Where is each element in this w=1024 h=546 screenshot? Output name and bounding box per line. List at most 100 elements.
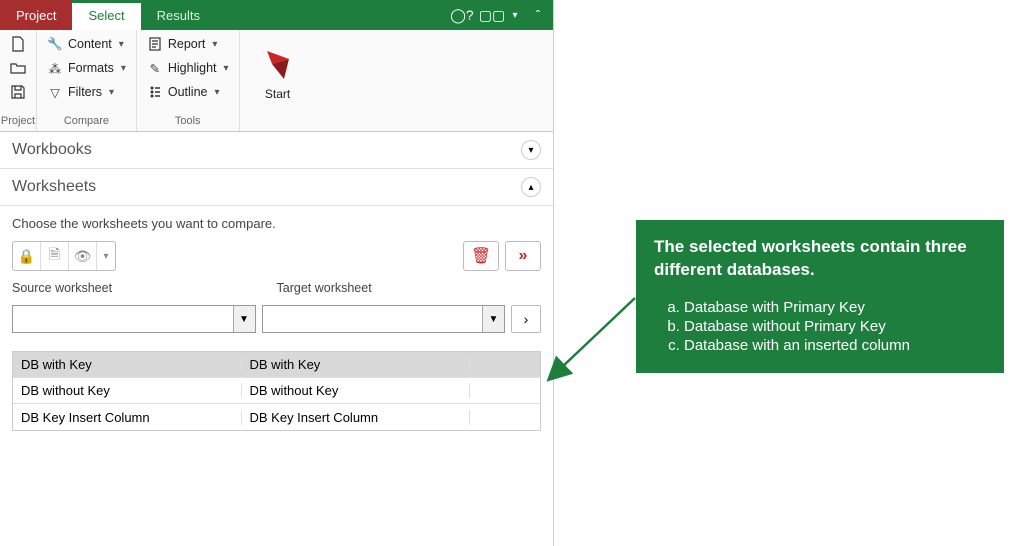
callout-item: Database with an inserted column bbox=[684, 336, 986, 355]
source-cell: DB with Key bbox=[13, 357, 242, 372]
titlebar-spacer bbox=[216, 0, 447, 30]
dropdown-icon: ▾ bbox=[224, 63, 229, 74]
ribbon-group-label-empty bbox=[240, 113, 316, 131]
ribbon-group-start: Start bbox=[240, 30, 316, 131]
ribbon-group-label-compare: Compare bbox=[37, 113, 136, 131]
worksheets-panel: Worksheets ▴ bbox=[0, 169, 553, 206]
formats-button[interactable]: ⁂ Formats ▾ bbox=[43, 58, 130, 78]
dropdown-icon: ▾ bbox=[109, 87, 114, 98]
app-window: Project Select Results ◯? ▢▢ ▾ ˆ bbox=[0, 0, 554, 546]
formats-label: Formats bbox=[68, 61, 114, 75]
target-cell: DB Key Insert Column bbox=[242, 410, 471, 425]
outline-icon bbox=[147, 84, 163, 100]
worksheet-toolbar: 🔒 🗎 👁 ▾ 🗑 » bbox=[12, 241, 541, 271]
chevron-up-icon: ▴ bbox=[528, 182, 533, 193]
callout-headline: The selected worksheets contain three di… bbox=[654, 236, 986, 282]
layout-icon[interactable]: ▢▢ bbox=[477, 0, 507, 30]
outline-button[interactable]: Outline ▾ bbox=[143, 82, 233, 102]
ribbon-group-tools: Report ▾ ✎ Highlight ▾ Outline ▾ bbox=[137, 30, 240, 131]
report-icon bbox=[147, 36, 163, 52]
outline-label: Outline bbox=[168, 85, 208, 99]
add-pair-button[interactable]: › bbox=[511, 305, 541, 333]
file-icon bbox=[10, 36, 26, 52]
content-button[interactable]: 🔧 Content ▾ bbox=[43, 34, 130, 54]
delete-button[interactable]: 🗑 bbox=[463, 241, 499, 271]
filters-label: Filters bbox=[68, 85, 102, 99]
open-project-button[interactable] bbox=[6, 58, 30, 78]
worksheet-selectors: ▼ ▼ › bbox=[12, 305, 541, 333]
lock-icon[interactable]: 🔒 bbox=[13, 242, 41, 270]
source-dropdown-icon[interactable]: ▼ bbox=[233, 306, 255, 332]
dropdown-icon: ▾ bbox=[119, 39, 124, 50]
source-cell: DB without Key bbox=[13, 383, 242, 398]
chevron-right-icon: › bbox=[524, 311, 529, 327]
ribbon-group-compare: 🔧 Content ▾ ⁂ Formats ▾ ▽ Filters ▾ bbox=[37, 30, 137, 131]
filters-button[interactable]: ▽ Filters ▾ bbox=[43, 82, 130, 102]
workbooks-title: Workbooks bbox=[12, 141, 92, 159]
source-cell: DB Key Insert Column bbox=[13, 410, 242, 425]
tab-project[interactable]: Project bbox=[0, 0, 72, 30]
start-icon bbox=[260, 47, 296, 83]
target-dropdown-icon[interactable]: ▼ bbox=[482, 306, 504, 332]
report-label: Report bbox=[168, 37, 206, 51]
locked-dropdown-icon[interactable]: ▾ bbox=[97, 242, 115, 270]
target-worksheet-input[interactable] bbox=[263, 306, 483, 332]
new-project-button[interactable] bbox=[6, 34, 30, 54]
annotation-arrow bbox=[555, 298, 645, 388]
start-button[interactable]: Start bbox=[246, 41, 310, 103]
source-worksheet-combo[interactable]: ▼ bbox=[12, 305, 256, 333]
highlight-button[interactable]: ✎ Highlight ▾ bbox=[143, 58, 233, 78]
content-label: Content bbox=[68, 37, 112, 51]
target-column-label: Target worksheet bbox=[277, 281, 542, 295]
source-column-label: Source worksheet bbox=[12, 281, 277, 295]
tab-select[interactable]: Select bbox=[72, 0, 140, 30]
start-label: Start bbox=[265, 87, 290, 101]
collapse-ribbon-icon[interactable]: ˆ bbox=[523, 0, 553, 30]
target-cell: DB with Key bbox=[242, 357, 471, 372]
titlebar: Project Select Results ◯? ▢▢ ▾ ˆ bbox=[0, 0, 553, 30]
folder-open-icon bbox=[10, 60, 26, 76]
save-icon bbox=[10, 84, 26, 100]
dropdown-icon: ▾ bbox=[121, 63, 126, 74]
formats-icon: ⁂ bbox=[47, 60, 63, 76]
save-project-button[interactable] bbox=[6, 82, 30, 102]
wrench-icon: 🔧 bbox=[47, 36, 63, 52]
chevron-down-icon: ▾ bbox=[528, 145, 533, 156]
highlight-label: Highlight bbox=[168, 61, 217, 75]
tab-results[interactable]: Results bbox=[141, 0, 216, 30]
ribbon: Project 🔧 Content ▾ ⁂ Formats ▾ ▽ bbox=[0, 30, 553, 132]
layout-dropdown-icon[interactable]: ▾ bbox=[507, 0, 523, 30]
source-worksheet-input[interactable] bbox=[13, 306, 233, 332]
worksheets-toggle[interactable]: ▴ bbox=[521, 177, 541, 197]
worksheet-table: DB with KeyDB with KeyDB without KeyDB w… bbox=[12, 351, 541, 431]
instruction-text: Choose the worksheets you want to compar… bbox=[12, 216, 541, 231]
worksheets-content: Choose the worksheets you want to compar… bbox=[0, 206, 553, 443]
ribbon-group-project: Project bbox=[0, 30, 37, 131]
trash-icon: 🗑 bbox=[471, 246, 491, 266]
copy-sheet-icon[interactable]: 🗎 bbox=[41, 242, 69, 270]
target-worksheet-combo[interactable]: ▼ bbox=[262, 305, 506, 333]
apply-all-button[interactable]: » bbox=[505, 241, 541, 271]
highlight-icon: ✎ bbox=[147, 60, 163, 76]
table-row[interactable]: DB Key Insert ColumnDB Key Insert Column bbox=[13, 404, 540, 430]
annotation-callout: The selected worksheets contain three di… bbox=[636, 220, 1004, 373]
workbooks-panel: Workbooks ▾ bbox=[0, 132, 553, 169]
report-button[interactable]: Report ▾ bbox=[143, 34, 233, 54]
ribbon-group-label-tools: Tools bbox=[137, 113, 239, 131]
table-row[interactable]: DB without KeyDB without Key bbox=[13, 378, 540, 404]
callout-list: Database with Primary KeyDatabase withou… bbox=[654, 298, 986, 355]
funnel-icon: ▽ bbox=[47, 84, 63, 100]
ribbon-group-label-project: Project bbox=[0, 113, 36, 131]
dropdown-icon: ▾ bbox=[212, 39, 217, 50]
workbooks-toggle[interactable]: ▾ bbox=[521, 140, 541, 160]
worksheets-title: Worksheets bbox=[12, 178, 96, 196]
target-cell: DB without Key bbox=[242, 383, 471, 398]
column-labels: Source worksheet Target worksheet bbox=[12, 281, 541, 295]
callout-item: Database without Primary Key bbox=[684, 317, 986, 336]
dropdown-icon: ▾ bbox=[214, 87, 219, 98]
table-row[interactable]: DB with KeyDB with Key bbox=[13, 352, 540, 378]
double-chevron-right-icon: » bbox=[519, 247, 528, 265]
locked-actions: 🔒 🗎 👁 ▾ bbox=[12, 241, 116, 271]
eye-off-icon[interactable]: 👁 bbox=[69, 242, 97, 270]
help-icon[interactable]: ◯? bbox=[447, 0, 477, 30]
